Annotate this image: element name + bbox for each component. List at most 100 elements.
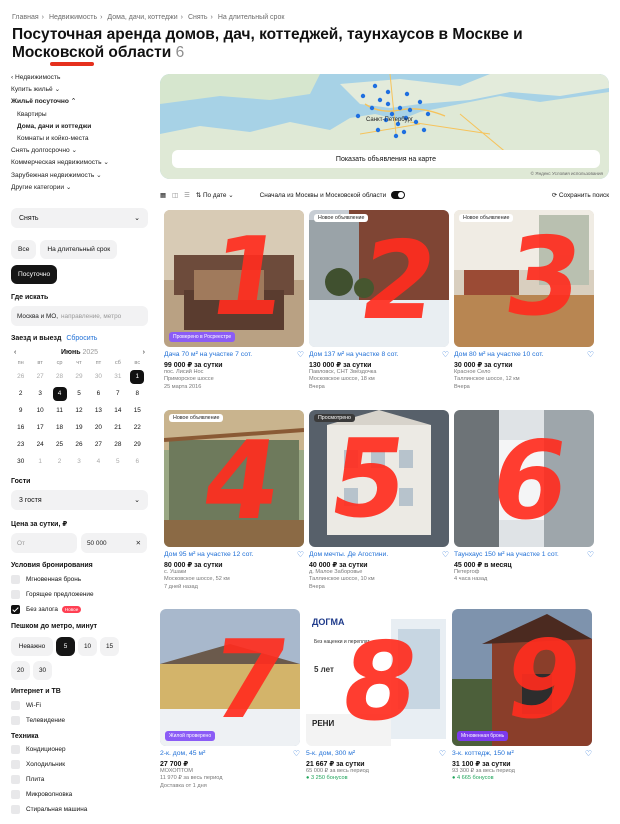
metro-10[interactable]: 10 xyxy=(78,637,97,657)
metro-any[interactable]: Неважно xyxy=(11,637,53,657)
calendar-day[interactable]: 3 xyxy=(30,385,49,402)
calendar-day[interactable]: 18 xyxy=(50,419,69,436)
nav-apartments[interactable]: Квартиры xyxy=(11,109,148,121)
listing-photo[interactable]: 1 Проверено в Росреестре xyxy=(164,210,304,347)
checkbox-hot-offer[interactable]: Горящее предложение xyxy=(11,587,148,602)
checkbox-wifi[interactable]: Wi-Fi xyxy=(11,698,148,713)
listing-card[interactable]: 5 Просмотрено Дом мечты. Де Агостини. ♡ 4… xyxy=(309,410,449,591)
prev-month-icon[interactable]: ‹ xyxy=(14,349,16,356)
calendar-day[interactable]: 19 xyxy=(69,419,88,436)
calendar-day[interactable]: 10 xyxy=(30,402,49,419)
favorite-heart-icon[interactable]: ♡ xyxy=(587,551,594,558)
show-on-map-button[interactable]: Показать объявления на карте xyxy=(172,150,600,168)
metro-20[interactable]: 20 xyxy=(11,661,30,681)
nav-abroad[interactable]: Зарубежная недвижимость ⌄ xyxy=(11,170,148,182)
checkbox-tv[interactable]: Телевидение xyxy=(11,713,148,728)
checkbox-fridge[interactable]: Холодильник xyxy=(11,757,148,772)
breadcrumb-item[interactable]: Дома, дачи, коттеджи xyxy=(107,14,177,21)
calendar-day[interactable]: 13 xyxy=(89,402,108,419)
metro-5[interactable]: 5 xyxy=(56,637,75,657)
save-search-button[interactable]: ⟳ Сохранить поиск xyxy=(552,191,609,199)
calendar-day[interactable]: 25 xyxy=(50,436,69,453)
dates-reset-link[interactable]: Сбросить xyxy=(66,335,97,342)
listing-photo[interactable]: 5 Просмотрено xyxy=(309,410,449,547)
listing-title[interactable]: 2-к. дом, 45 м² xyxy=(160,750,205,757)
calendar-day[interactable]: 2 xyxy=(11,385,30,402)
nav-commercial[interactable]: Коммерческая недвижимость ⌄ xyxy=(11,157,148,169)
calendar-day[interactable]: 28 xyxy=(108,436,127,453)
calendar-day[interactable]: 15 xyxy=(128,402,147,419)
breadcrumb-item[interactable]: Главная xyxy=(12,14,39,21)
listing-title[interactable]: Дача 70 м² на участке 7 сот. xyxy=(164,351,252,358)
nav-rooms[interactable]: Комнаты и койко-места xyxy=(11,133,148,145)
favorite-heart-icon[interactable]: ♡ xyxy=(297,551,304,558)
breadcrumb-item[interactable]: На длительный срок xyxy=(218,14,285,21)
calendar-day[interactable]: 29 xyxy=(128,436,147,453)
price-to-input[interactable]: 50 000 ✕ xyxy=(81,533,147,554)
breadcrumb-item[interactable]: Снять xyxy=(188,14,208,21)
calendar-day[interactable]: 11 xyxy=(50,402,69,419)
calendar-day[interactable]: 14 xyxy=(108,402,127,419)
next-month-icon[interactable]: › xyxy=(143,349,145,356)
listing-title[interactable]: Дом 80 м² на участке 10 сот. xyxy=(454,351,543,358)
listing-photo[interactable]: 3 Новое объявление xyxy=(454,210,594,347)
favorite-heart-icon[interactable]: ♡ xyxy=(587,351,594,358)
nav-back-link[interactable]: ‹ Недвижимость xyxy=(11,72,148,84)
nav-houses[interactable]: Дома, дачи и коттеджи xyxy=(11,121,148,133)
nav-buy-housing[interactable]: Купить жильё ⌄ xyxy=(11,84,148,96)
calendar-day-selected[interactable]: 4 xyxy=(50,385,69,402)
listing-title[interactable]: 5-к. дом, 300 м² xyxy=(306,750,355,757)
listing-card[interactable]: 3 Новое объявление Дом 80 м² на участке … xyxy=(454,210,594,391)
nav-other[interactable]: Другие категории ⌄ xyxy=(11,182,148,194)
checkbox-instant-booking[interactable]: Мгновенная бронь xyxy=(11,572,148,587)
calendar-day[interactable]: 8 xyxy=(128,385,147,402)
listing-title[interactable]: Дом мечты. Де Агостини. xyxy=(309,551,388,558)
checkbox-washer[interactable]: Стиральная машина xyxy=(11,802,148,817)
listing-title[interactable]: Дом 137 м² на участке 8 сот. xyxy=(309,351,398,358)
calendar-day[interactable]: 7 xyxy=(108,385,127,402)
calendar-day[interactable]: 27 xyxy=(89,436,108,453)
listing-title[interactable]: Дом 95 м² на участке 12 сот. xyxy=(164,551,253,558)
breadcrumb-item[interactable]: Недвижимость xyxy=(49,14,97,21)
listing-card[interactable]: 9 Мгновенная бронь 3-к. коттедж, 150 м² ♡… xyxy=(452,609,592,783)
listing-photo[interactable]: 4 Новое объявление xyxy=(164,410,304,547)
calendar-day[interactable]: 30 xyxy=(11,453,30,470)
pill-long-term[interactable]: На длительный срок xyxy=(40,240,118,260)
favorite-heart-icon[interactable]: ♡ xyxy=(585,750,592,757)
checkbox-microwave[interactable]: Микроволновка xyxy=(11,787,148,802)
calendar-day[interactable]: 24 xyxy=(30,436,49,453)
calendar-day[interactable]: 16 xyxy=(11,419,30,436)
guests-select[interactable]: 3 гостя ⌄ xyxy=(11,490,148,511)
listing-card[interactable]: 4 Новое объявление Дом 95 м² на участке … xyxy=(164,410,304,591)
listing-card[interactable]: 7 Жилой проверено 2-к. дом, 45 м² ♡ 27 70… xyxy=(160,609,300,790)
calendar-day[interactable]: 23 xyxy=(11,436,30,453)
metro-15[interactable]: 15 xyxy=(100,637,119,657)
listing-title[interactable]: Таунхаус 150 м² на участке 1 сот. xyxy=(454,551,559,558)
listing-photo[interactable]: 7 Жилой проверено xyxy=(160,609,300,746)
deal-type-select[interactable]: Снять ⌄ xyxy=(11,208,148,229)
grid-view-icon[interactable]: ▦ xyxy=(160,191,166,199)
calendar-day[interactable]: 20 xyxy=(89,419,108,436)
map-preview[interactable]: Санкт-Петербург Показать объявления на к… xyxy=(160,74,609,179)
calendar-day[interactable]: 22 xyxy=(128,419,147,436)
checkbox-stove[interactable]: Плита xyxy=(11,772,148,787)
listing-photo[interactable]: ДОГМА Без наценки и переплат 5 лет РЕНИ … xyxy=(306,609,446,746)
listing-card[interactable]: 6 Таунхаус 150 м² на участке 1 сот. ♡ 45 … xyxy=(454,410,594,584)
calendar-day[interactable]: 5 xyxy=(69,385,88,402)
calendar-day[interactable]: 6 xyxy=(89,385,108,402)
listing-photo[interactable]: 6 xyxy=(454,410,594,547)
calendar-day[interactable]: 21 xyxy=(108,419,127,436)
listing-photo[interactable]: 9 Мгновенная бронь xyxy=(452,609,592,746)
calendar-day[interactable]: 26 xyxy=(69,436,88,453)
msk-first-toggle[interactable] xyxy=(391,191,406,199)
price-from-input[interactable]: От xyxy=(11,533,77,554)
listing-photo[interactable]: 2 Новое объявление xyxy=(309,210,449,347)
favorite-heart-icon[interactable]: ♡ xyxy=(442,551,449,558)
clear-icon[interactable]: ✕ xyxy=(136,539,141,547)
favorite-heart-icon[interactable]: ♡ xyxy=(293,750,300,757)
checkbox-no-deposit[interactable]: Без залога Новое xyxy=(11,602,148,617)
metro-30[interactable]: 30 xyxy=(33,661,52,681)
calendar-day[interactable]: 12 xyxy=(69,402,88,419)
listing-title[interactable]: 3-к. коттедж, 150 м² xyxy=(452,750,514,757)
favorite-heart-icon[interactable]: ♡ xyxy=(439,750,446,757)
